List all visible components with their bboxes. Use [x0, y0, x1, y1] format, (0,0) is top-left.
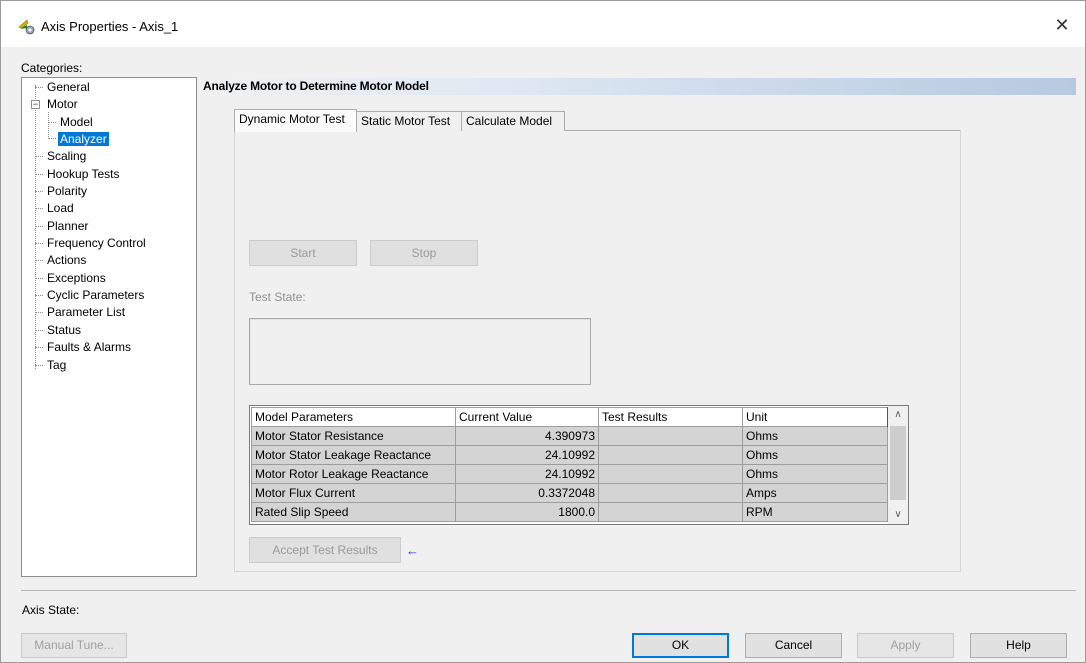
scroll-up-icon[interactable]: ∧ — [888, 406, 908, 424]
unit-cell: Ohms — [742, 445, 888, 465]
cancel-button[interactable]: Cancel — [745, 633, 842, 658]
tree-item-analyzer[interactable]: Analyzer — [58, 131, 109, 147]
column-header-test-results[interactable]: Test Results — [598, 407, 743, 427]
tree-item-polarity[interactable]: Polarity — [47, 183, 87, 199]
column-header-unit[interactable]: Unit — [742, 407, 889, 427]
tree-item-model[interactable]: Model — [60, 114, 93, 130]
tree-item-exceptions[interactable]: Exceptions — [47, 270, 106, 286]
tab-calculate-model[interactable]: Calculate Model — [461, 111, 565, 131]
tree-item-cyclic-parameters[interactable]: Cyclic Parameters — [47, 287, 144, 303]
collapse-icon[interactable]: − — [31, 100, 40, 109]
apply-button[interactable]: Apply — [857, 633, 954, 658]
tree-item-analyzer-label: Analyzer — [58, 132, 109, 146]
tree-item-load[interactable]: Load — [47, 200, 74, 216]
column-header-current-value[interactable]: Current Value — [455, 407, 599, 427]
tree-item-general[interactable]: General — [47, 79, 90, 95]
manual-tune-button[interactable]: Manual Tune... — [21, 633, 127, 658]
categories-tree: General − Motor Model Analyzer Scaling H… — [21, 77, 197, 577]
test-state-display — [249, 318, 591, 385]
tab-static-motor-test[interactable]: Static Motor Test — [356, 111, 462, 131]
unit-cell: Ohms — [742, 426, 888, 446]
axis-properties-dialog: Axis Properties - Axis_1 ✕ Categories: G… — [0, 0, 1086, 663]
ok-button[interactable]: OK — [632, 633, 729, 658]
tree-item-planner[interactable]: Planner — [47, 218, 88, 234]
parameter-name-cell: Motor Rotor Leakage Reactance — [251, 464, 456, 484]
parameter-name-cell: Motor Flux Current — [251, 483, 456, 503]
current-value-cell: 1800.0 — [455, 502, 599, 522]
tree-item-faults-alarms[interactable]: Faults & Alarms — [47, 339, 131, 355]
tab-dynamic-motor-test[interactable]: Dynamic Motor Test — [234, 109, 357, 132]
tree-item-tag[interactable]: Tag — [47, 357, 66, 373]
start-button[interactable]: Start — [249, 240, 357, 266]
unit-cell: RPM — [742, 502, 888, 522]
current-value-cell: 4.390973 — [455, 426, 599, 446]
test-result-cell — [598, 502, 743, 522]
test-result-cell — [598, 483, 743, 503]
model-parameters-grid[interactable]: Model Parameters Current Value Test Resu… — [249, 405, 909, 525]
title-bar: Axis Properties - Axis_1 ✕ — [1, 1, 1085, 47]
table-row[interactable]: Rated Slip Speed 1800.0 RPM — [251, 502, 888, 522]
current-value-cell: 24.10992 — [455, 464, 599, 484]
window-title: Axis Properties - Axis_1 — [41, 19, 179, 34]
tree-item-actions[interactable]: Actions — [47, 252, 86, 268]
current-value-cell: 24.10992 — [455, 445, 599, 465]
arrow-left-icon: ← — [406, 543, 419, 558]
test-result-cell — [598, 426, 743, 446]
table-row[interactable]: Motor Stator Resistance 4.390973 Ohms — [251, 426, 888, 446]
accept-test-results-button[interactable]: Accept Test Results — [249, 537, 401, 563]
parameter-name-cell: Motor Stator Resistance — [251, 426, 456, 446]
current-value-cell: 0.3372048 — [455, 483, 599, 503]
table-row[interactable]: Motor Flux Current 0.3372048 Amps — [251, 483, 888, 503]
test-result-cell — [598, 464, 743, 484]
table-row[interactable]: Motor Stator Leakage Reactance 24.10992 … — [251, 445, 888, 465]
grid-scrollbar[interactable]: ∧ ∨ — [888, 406, 908, 524]
parameter-name-cell: Rated Slip Speed — [251, 502, 456, 522]
unit-cell: Ohms — [742, 464, 888, 484]
panel-title: Analyze Motor to Determine Motor Model — [201, 78, 1076, 95]
axis-state-label: Axis State: — [22, 603, 80, 617]
scroll-thumb[interactable] — [890, 426, 906, 500]
tree-item-parameter-list[interactable]: Parameter List — [47, 304, 125, 320]
test-state-label: Test State: — [249, 290, 306, 304]
close-icon[interactable]: ✕ — [1049, 13, 1075, 37]
footer-divider — [21, 590, 1076, 591]
scroll-down-icon[interactable]: ∨ — [888, 506, 908, 524]
tree-item-motor[interactable]: Motor — [47, 96, 78, 112]
axis-gear-icon — [18, 19, 35, 35]
test-result-cell — [598, 445, 743, 465]
help-button[interactable]: Help — [970, 633, 1067, 658]
table-row[interactable]: Motor Rotor Leakage Reactance 24.10992 O… — [251, 464, 888, 484]
tree-item-status[interactable]: Status — [47, 322, 81, 338]
tree-item-hookup-tests[interactable]: Hookup Tests — [47, 166, 120, 182]
tree-item-scaling[interactable]: Scaling — [47, 148, 86, 164]
parameter-name-cell: Motor Stator Leakage Reactance — [251, 445, 456, 465]
stop-button[interactable]: Stop — [370, 240, 478, 266]
categories-label: Categories: — [21, 61, 83, 75]
column-header-model-parameters[interactable]: Model Parameters — [251, 407, 456, 427]
tree-item-frequency-control[interactable]: Frequency Control — [47, 235, 146, 251]
unit-cell: Amps — [742, 483, 888, 503]
